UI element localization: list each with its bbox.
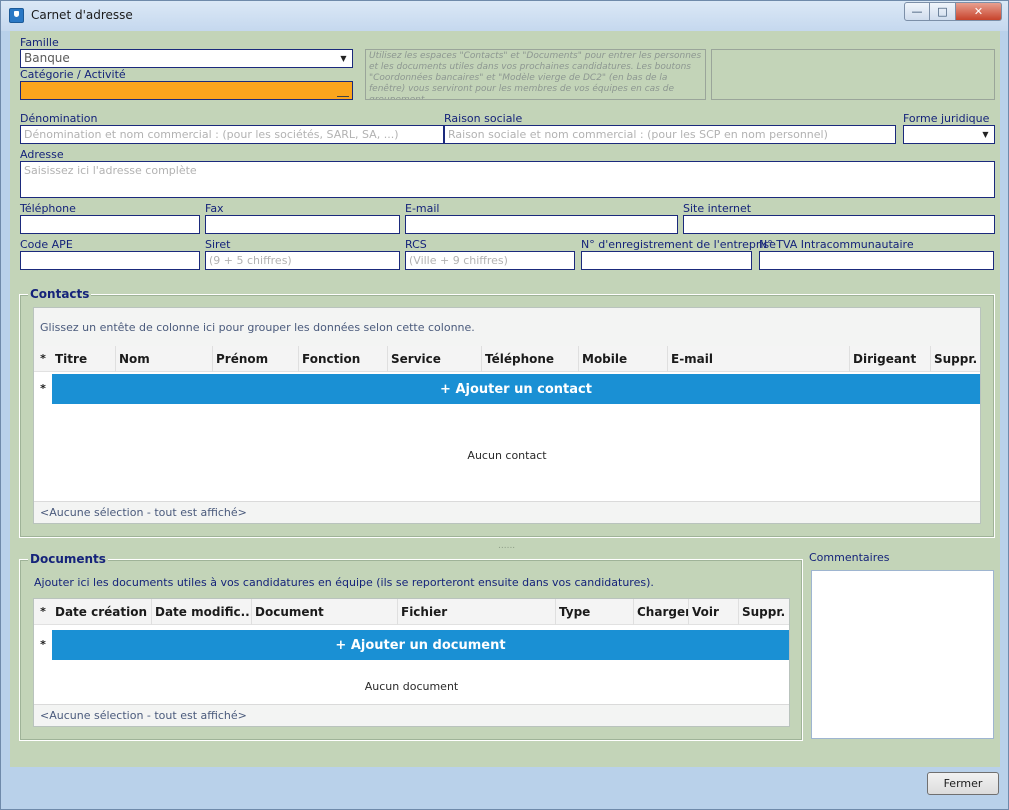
col-titre[interactable]: Titre — [52, 346, 116, 372]
col-charger[interactable]: Charger — [634, 599, 689, 625]
contacts-title: Contacts — [28, 287, 92, 301]
close-window-button[interactable]: ✕ — [956, 2, 1002, 21]
trophy-icon — [9, 8, 24, 23]
col-type[interactable]: Type — [556, 599, 634, 625]
documents-filter-status: <Aucune sélection - tout est affiché> — [34, 704, 789, 726]
site-label: Site internet — [683, 202, 752, 215]
col-email[interactable]: E-mail — [668, 346, 850, 372]
form-panel: Famille Banque ▼ Catégorie / Activité Ut… — [10, 31, 1000, 767]
maximize-button[interactable]: □ — [930, 2, 956, 21]
documents-hint: Ajouter ici les documents utiles à vos c… — [34, 576, 654, 589]
add-contact-button[interactable]: + Ajouter un contact — [52, 374, 980, 404]
col-voir[interactable]: Voir — [689, 599, 739, 625]
title-bar: Carnet d'adresse — □ ✕ — [1, 1, 1008, 31]
tva-label: N° TVA Intracommunautaire — [759, 238, 914, 251]
chevron-down-icon[interactable]: ▼ — [336, 51, 351, 66]
window-controls: — □ ✕ — [904, 2, 1002, 21]
rcs-input[interactable]: (Ville + 9 chiffres) — [405, 251, 575, 270]
site-input[interactable] — [683, 215, 995, 234]
contacts-header: * Titre Nom Prénom Fonction Service Télé… — [34, 346, 980, 372]
ape-input[interactable] — [20, 251, 200, 270]
col-dirigeant[interactable]: Dirigeant — [850, 346, 931, 372]
email-input[interactable] — [405, 215, 678, 234]
tva-input[interactable] — [759, 251, 994, 270]
col-nom[interactable]: Nom — [116, 346, 213, 372]
col-prenom[interactable]: Prénom — [213, 346, 299, 372]
telephone-label: Téléphone — [20, 202, 76, 215]
comments-label: Commentaires — [809, 551, 890, 564]
add-document-button[interactable]: + Ajouter un document — [52, 630, 789, 660]
famille-select[interactable]: Banque ▼ — [20, 49, 353, 68]
fax-label: Fax — [205, 202, 224, 215]
contacts-group: Contacts Glissez un entête de colonne ic… — [19, 287, 995, 538]
col-suppr[interactable]: Suppr. — [931, 346, 982, 372]
raison-input[interactable]: Raison sociale et nom commercial : (pour… — [444, 125, 896, 144]
close-button[interactable]: Fermer — [927, 772, 999, 795]
documents-empty-message: Aucun document — [364, 680, 459, 693]
contacts-empty-message: Aucun contact — [467, 449, 547, 462]
documents-header: * Date création Date modific... Document… — [34, 599, 789, 625]
input-caret — [337, 96, 349, 97]
minimize-button[interactable]: — — [904, 2, 930, 21]
raison-label: Raison sociale — [444, 112, 523, 125]
adresse-label: Adresse — [20, 148, 64, 161]
documents-grid: * Date création Date modific... Document… — [33, 598, 790, 727]
siret-label: Siret — [205, 238, 231, 251]
adresse-input[interactable]: Saisissez ici l'adresse complète — [20, 161, 995, 198]
fax-input[interactable] — [205, 215, 400, 234]
new-row-star: * — [40, 638, 46, 651]
chevron-down-icon[interactable]: ▼ — [978, 127, 993, 142]
address-book-window: Carnet d'adresse — □ ✕ Famille Banque ▼ … — [0, 0, 1009, 810]
denomination-input[interactable]: Dénomination et nom commercial : (pour l… — [20, 125, 444, 144]
enregistrement-input[interactable] — [581, 251, 752, 270]
window-title: Carnet d'adresse — [31, 8, 133, 22]
siret-input[interactable]: (9 + 5 chiffres) — [205, 251, 400, 270]
telephone-input[interactable] — [20, 215, 200, 234]
rcs-label: RCS — [405, 238, 427, 251]
col-date-modification[interactable]: Date modific... — [152, 599, 252, 625]
col-date-creation[interactable]: Date création — [52, 599, 152, 625]
info-note: Utilisez les espaces "Contacts" et "Docu… — [365, 49, 706, 100]
splitter-handle[interactable]: ...... — [498, 541, 515, 551]
ape-label: Code APE — [20, 238, 73, 251]
col-telephone[interactable]: Téléphone — [482, 346, 579, 372]
categorie-input[interactable] — [20, 81, 353, 100]
group-by-hint[interactable]: Glissez un entête de colonne ici pour gr… — [34, 308, 980, 346]
col-fichier[interactable]: Fichier — [398, 599, 556, 625]
col-mobile[interactable]: Mobile — [579, 346, 668, 372]
logo-placeholder — [711, 49, 995, 100]
col-fonction[interactable]: Fonction — [299, 346, 388, 372]
contacts-grid: Glissez un entête de colonne ici pour gr… — [33, 307, 981, 524]
documents-group: Documents Ajouter ici les documents util… — [19, 552, 803, 741]
col-suppr[interactable]: Suppr. — [739, 599, 791, 625]
contacts-filter-status: <Aucune sélection - tout est affiché> — [34, 501, 980, 523]
categorie-label: Catégorie / Activité — [20, 68, 126, 81]
famille-label: Famille — [20, 36, 59, 49]
header-star: * — [40, 352, 46, 365]
comments-textarea[interactable] — [811, 570, 994, 739]
enregistrement-label: N° d'enregistrement de l'entreprise — [581, 238, 776, 251]
header-star: * — [40, 605, 46, 618]
forme-select[interactable]: ▼ — [903, 125, 995, 144]
col-service[interactable]: Service — [388, 346, 482, 372]
forme-label: Forme juridique — [903, 112, 990, 125]
email-label: E-mail — [405, 202, 440, 215]
famille-value: Banque — [24, 51, 70, 65]
new-row-star: * — [40, 382, 46, 395]
documents-title: Documents — [28, 552, 108, 566]
col-document[interactable]: Document — [252, 599, 398, 625]
denomination-label: Dénomination — [20, 112, 98, 125]
